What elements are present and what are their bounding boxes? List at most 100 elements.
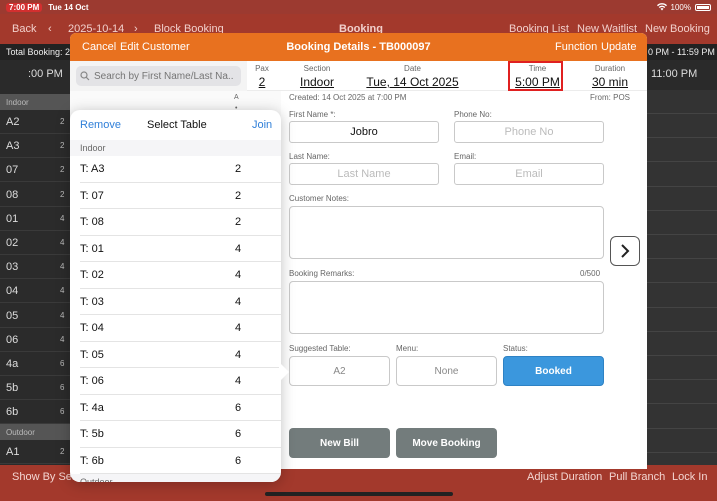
- sidebar-table-row[interactable]: 05 4: [0, 304, 72, 328]
- table-option-row[interactable]: T: 4a 6: [80, 395, 281, 421]
- booking-remarks-textarea[interactable]: [289, 281, 604, 334]
- customer-notes-textarea[interactable]: [289, 206, 604, 259]
- wifi-icon: [656, 3, 667, 11]
- timeline-row[interactable]: [647, 138, 717, 163]
- cancel-button[interactable]: Cancel: [82, 41, 116, 53]
- chevron-left-icon[interactable]: ‹: [48, 23, 52, 35]
- sidebar-table-row[interactable]: A1 2: [0, 440, 72, 464]
- sidebar-table-row[interactable]: 01 4: [0, 207, 72, 231]
- next-button[interactable]: [610, 236, 640, 266]
- suggested-table-button[interactable]: A2: [289, 356, 390, 386]
- lock-in-button[interactable]: Lock In: [672, 471, 707, 483]
- table-option-capacity: 2: [235, 216, 242, 228]
- move-booking-button[interactable]: Move Booking: [396, 428, 497, 458]
- table-option-row[interactable]: T: 02 4: [80, 262, 281, 289]
- table-option-name: T: 6b: [80, 454, 104, 467]
- search-field[interactable]: [76, 66, 241, 86]
- popover-arrow: [279, 362, 289, 382]
- table-option-row[interactable]: T: A3 2: [80, 156, 281, 183]
- timeline-row[interactable]: [647, 380, 717, 405]
- table-option-name: T: 02: [80, 269, 104, 281]
- table-option-capacity: 4: [235, 322, 242, 334]
- sidebar-table-row[interactable]: 5b 6: [0, 376, 72, 401]
- sidebar-table-row[interactable]: A3 2: [0, 134, 72, 159]
- table-option-row[interactable]: T: 04 4: [80, 315, 281, 342]
- sidebar-table-row[interactable]: 02 4: [0, 231, 72, 255]
- pull-branch-button[interactable]: Pull Branch: [609, 471, 665, 483]
- section-field[interactable]: Section Indoor: [297, 61, 337, 89]
- sidebar-table-row[interactable]: 4a 6: [0, 352, 72, 376]
- join-button[interactable]: Join: [252, 119, 272, 131]
- show-by-button[interactable]: Show By Sea: [12, 471, 78, 483]
- popover-title: Select Table: [147, 119, 207, 131]
- table-option-row[interactable]: T: 05 4: [80, 342, 281, 368]
- last-name-field[interactable]: Last Name: [289, 163, 439, 185]
- function-button[interactable]: Function: [555, 41, 597, 53]
- remove-button[interactable]: Remove: [80, 119, 121, 131]
- table-option-row[interactable]: T: 08 2: [80, 209, 281, 236]
- timeline-left-time: :00 PM: [28, 68, 63, 80]
- customer-notes-label: Customer Notes:: [289, 194, 350, 203]
- timeline-row[interactable]: [647, 90, 717, 114]
- remarks-counter: 0/500: [580, 269, 601, 278]
- timeline-row[interactable]: [647, 259, 717, 284]
- index-letter[interactable]: A: [234, 94, 239, 101]
- sidebar-table-row[interactable]: 6b 6: [0, 400, 72, 425]
- sidebar-table-row[interactable]: 06 4: [0, 328, 72, 352]
- timeline-right-time: 11:00 PM: [651, 68, 698, 80]
- table-option-row[interactable]: T: 01 4: [80, 236, 281, 262]
- sidebar-table-row[interactable]: 07 2: [0, 158, 72, 183]
- table-option-row[interactable]: T: 5b 6: [80, 421, 281, 448]
- new-bill-button[interactable]: New Bill: [289, 428, 390, 458]
- sidebar-table-row[interactable]: A2 2: [0, 110, 72, 134]
- table-option-capacity: 2: [235, 163, 242, 175]
- timeline-row[interactable]: [647, 405, 717, 429]
- edit-customer-button[interactable]: Edit Customer: [120, 41, 190, 53]
- table-option-capacity: 4: [235, 242, 242, 255]
- table-option-row[interactable]: T: 06 4: [80, 368, 281, 395]
- new-booking-button[interactable]: New Booking: [645, 23, 710, 35]
- table-option-capacity: 4: [235, 348, 242, 361]
- timeline-row[interactable]: [647, 308, 717, 332]
- sidebar-table-row[interactable]: 04 4: [0, 279, 72, 304]
- search-area: [70, 61, 247, 91]
- timeline-row[interactable]: [647, 114, 717, 139]
- date-value[interactable]: Tue, 14 Oct 2025: [365, 75, 460, 89]
- table-option-row[interactable]: T: 03 4: [80, 289, 281, 315]
- sidebar-table-row[interactable]: 08 2: [0, 183, 72, 207]
- timeline-row[interactable]: [647, 235, 717, 260]
- adjust-duration-button[interactable]: Adjust Duration: [527, 471, 602, 483]
- timeline-row[interactable]: [647, 429, 717, 453]
- pax-field[interactable]: Pax 2: [247, 61, 277, 89]
- timeline-row[interactable]: [647, 187, 717, 211]
- timeline-row[interactable]: [647, 211, 717, 235]
- email-field[interactable]: Email: [454, 163, 604, 185]
- status-date: Tue 14 Oct: [48, 2, 89, 12]
- sidebar-table-row[interactable]: 03 4: [0, 255, 72, 280]
- table-option-row[interactable]: T: 6b 6: [80, 448, 281, 474]
- date-field[interactable]: Date Tue, 14 Oct 2025: [365, 61, 460, 89]
- timeline-row[interactable]: [647, 356, 717, 381]
- duration-value[interactable]: 30 min: [585, 75, 635, 89]
- status-bar: 7:00 PM Tue 14 Oct 100%: [0, 0, 717, 14]
- timeline-row[interactable]: [647, 332, 717, 356]
- table-option-row[interactable]: T: 07 2: [80, 183, 281, 209]
- back-button[interactable]: Back: [12, 23, 36, 35]
- table-option-name: T: 05: [80, 348, 104, 361]
- timeline-row[interactable]: [647, 284, 717, 308]
- menu-button[interactable]: None: [396, 356, 497, 386]
- pax-value[interactable]: 2: [247, 75, 277, 89]
- timeline-row[interactable]: [647, 163, 717, 187]
- last-name-label: Last Name:: [289, 152, 330, 161]
- phone-field[interactable]: Phone No: [454, 121, 604, 143]
- first-name-field[interactable]: Jobro: [289, 121, 439, 143]
- search-input[interactable]: [94, 70, 234, 82]
- duration-field[interactable]: Duration 30 min: [585, 61, 635, 89]
- status-label: Status:: [503, 344, 528, 353]
- section-value[interactable]: Indoor: [297, 75, 337, 89]
- table-option-capacity: 4: [235, 269, 242, 281]
- phone-label: Phone No:: [454, 110, 492, 119]
- update-button[interactable]: Update: [601, 41, 636, 53]
- menu-label: Menu:: [396, 344, 419, 353]
- status-button[interactable]: Booked: [503, 356, 604, 386]
